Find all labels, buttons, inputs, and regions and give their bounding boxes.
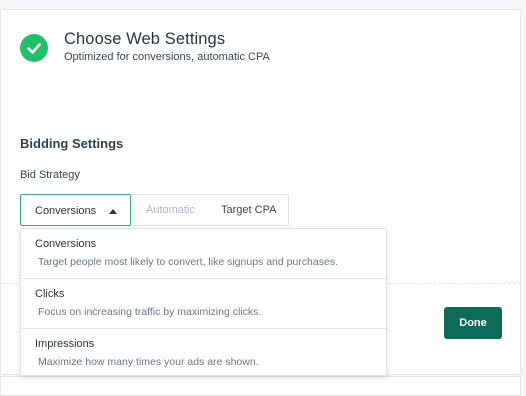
option-impressions[interactable]: Impressions Maximize how many times your… — [21, 329, 386, 379]
bid-strategy-selected-value: Conversions — [35, 205, 97, 217]
bid-strategy-select[interactable]: Conversions — [20, 194, 131, 226]
option-title: Conversions — [35, 238, 97, 250]
option-title: Impressions — [35, 338, 95, 350]
next-card — [0, 376, 521, 396]
option-clicks[interactable]: Clicks Focus on increasing traffic by ma… — [21, 279, 386, 329]
option-description: Target people most likely to convert, li… — [38, 256, 338, 268]
segment-automatic[interactable]: Automatic — [146, 204, 195, 216]
page-title: Choose Web Settings — [64, 30, 226, 48]
option-title: Clicks — [35, 288, 65, 300]
bidding-section-title: Bidding Settings — [20, 136, 124, 151]
segment-target-cpa[interactable]: Target CPA — [221, 204, 276, 216]
option-description: Maximize how many times your ads are sho… — [38, 356, 259, 368]
caret-up-icon — [109, 209, 117, 214]
bid-strategy-label: Bid Strategy — [20, 169, 80, 181]
option-description: Focus on increasing traffic by maximizin… — [38, 306, 262, 318]
page-subtitle: Optimized for conversions, automatic CPA — [64, 51, 270, 63]
option-conversions[interactable]: Conversions Target people most likely to… — [21, 229, 386, 279]
check-circle-icon — [20, 34, 48, 62]
done-button[interactable]: Done — [444, 307, 502, 339]
bid-strategy-dropdown: Conversions Target people most likely to… — [20, 228, 387, 376]
